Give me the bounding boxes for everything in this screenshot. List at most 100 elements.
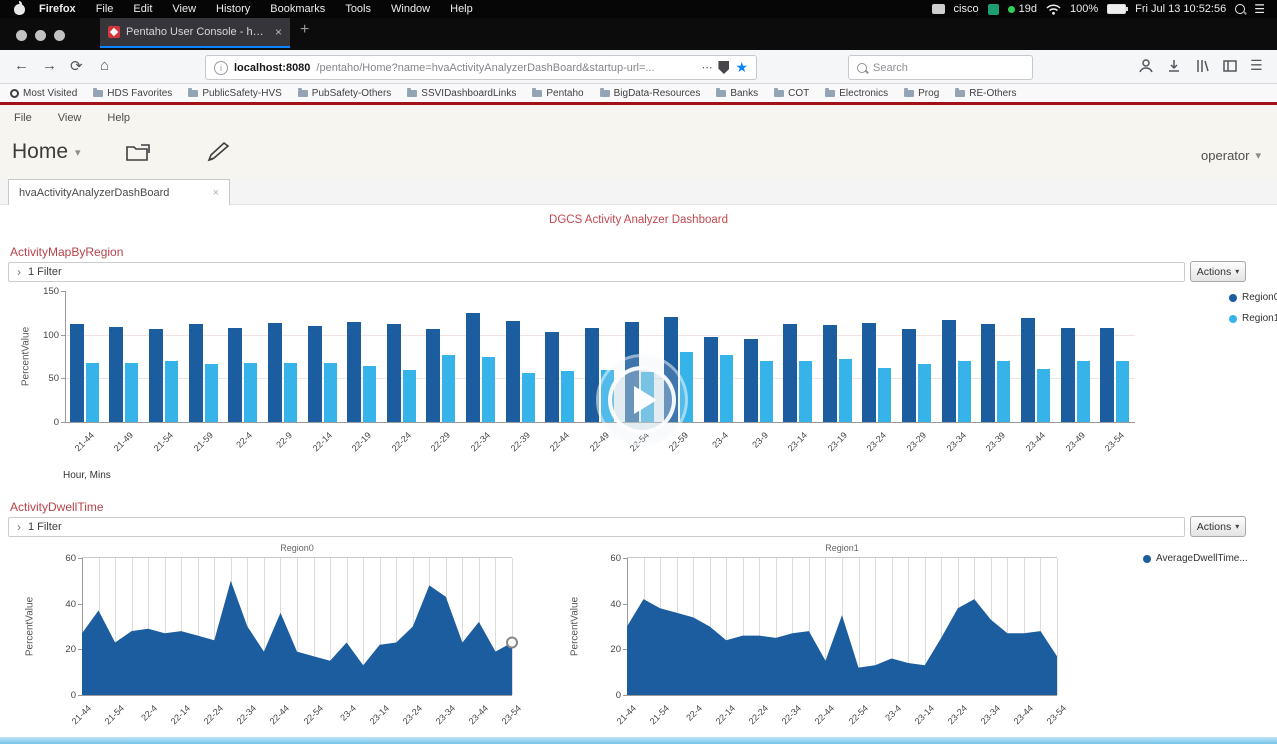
bar-region1[interactable]	[878, 368, 891, 422]
bar-region1[interactable]	[1037, 369, 1050, 422]
bar-region1[interactable]	[324, 363, 337, 422]
bar-region0[interactable]	[149, 329, 163, 422]
sidebar-toggle-icon[interactable]	[1222, 58, 1238, 74]
bar-region0[interactable]	[1100, 328, 1114, 422]
bar-region1[interactable]	[205, 364, 218, 422]
bar-region1[interactable]	[403, 370, 416, 422]
bar-region1[interactable]	[284, 363, 297, 422]
downloads-icon[interactable]	[1166, 58, 1182, 74]
pentaho-menu-file[interactable]: File	[14, 112, 32, 124]
play-button[interactable]	[608, 366, 676, 434]
bar-region0[interactable]	[387, 324, 401, 422]
zoom-window-button[interactable]	[54, 30, 65, 41]
mac-menu-view[interactable]: View	[162, 3, 206, 15]
pocket-shield-icon[interactable]	[718, 61, 729, 74]
video-play-overlay[interactable]	[596, 354, 688, 446]
bar-region0[interactable]	[783, 324, 797, 422]
bar-region1[interactable]	[839, 359, 852, 422]
bar-region0[interactable]	[902, 329, 916, 422]
actions-button-map[interactable]: Actions ▾	[1190, 261, 1246, 282]
video-progress-strip[interactable]	[0, 737, 1277, 744]
back-button[interactable]: ←	[14, 57, 29, 74]
mac-menu-bookmarks[interactable]: Bookmarks	[260, 3, 335, 15]
spotlight-search-icon[interactable]	[1235, 4, 1245, 14]
bar-region1[interactable]	[997, 361, 1010, 422]
bookmark-item[interactable]: Most Visited	[10, 88, 77, 99]
page-actions-icon[interactable]: ⋯	[701, 61, 712, 74]
bookmark-item[interactable]: HDS Favorites	[93, 88, 172, 99]
bar-region0[interactable]	[466, 313, 480, 422]
mac-menu-tools[interactable]: Tools	[335, 3, 381, 15]
forward-button[interactable]: →	[42, 57, 57, 74]
browse-files-icon[interactable]	[125, 141, 151, 163]
bar-region0[interactable]	[704, 337, 718, 422]
bookmark-item[interactable]: Electronics	[825, 88, 888, 99]
perspective-dropdown[interactable]: Home ▾	[12, 140, 81, 164]
pentaho-menu-view[interactable]: View	[58, 112, 82, 124]
mac-menu-edit[interactable]: Edit	[123, 3, 162, 15]
library-icon[interactable]	[1194, 58, 1210, 74]
bar-region1[interactable]	[760, 361, 773, 422]
pentaho-menu-help[interactable]: Help	[107, 112, 130, 124]
close-window-button[interactable]	[16, 30, 27, 41]
legend-item-region0[interactable]: Region0	[1229, 292, 1277, 303]
bar-region0[interactable]	[823, 325, 837, 422]
mac-menu-history[interactable]: History	[206, 3, 260, 15]
bookmark-item[interactable]: BigData-Resources	[600, 88, 701, 99]
legend-item-region1[interactable]: Region1	[1229, 313, 1277, 324]
area-polygon[interactable]	[82, 581, 512, 695]
bookmark-item[interactable]: PubSafety-Others	[298, 88, 391, 99]
bar-region1[interactable]	[86, 363, 99, 422]
control-center-icon[interactable]: ☰	[1254, 2, 1265, 16]
green-app-icon[interactable]	[988, 4, 999, 15]
bar-region1[interactable]	[720, 355, 733, 422]
bar-region1[interactable]	[244, 363, 257, 422]
bar-region0[interactable]	[942, 320, 956, 422]
bar-region0[interactable]	[744, 339, 758, 422]
bar-region0[interactable]	[1061, 328, 1075, 422]
bar-region1[interactable]	[958, 361, 971, 422]
bar-region1[interactable]	[125, 363, 138, 422]
bar-region1[interactable]	[165, 361, 178, 422]
mac-menu-window[interactable]: Window	[381, 3, 440, 15]
bar-region0[interactable]	[1021, 318, 1035, 422]
bar-region0[interactable]	[506, 321, 520, 422]
wifi-icon[interactable]	[1046, 4, 1061, 15]
apple-icon[interactable]	[14, 4, 25, 15]
bar-region1[interactable]	[918, 364, 931, 422]
bar-region0[interactable]	[70, 324, 84, 422]
bar-region0[interactable]	[308, 326, 322, 422]
area-series[interactable]	[82, 558, 512, 695]
bookmark-item[interactable]: Prog	[904, 88, 939, 99]
bookmark-item[interactable]: COT	[774, 88, 809, 99]
battery-icon[interactable]	[1107, 4, 1126, 14]
bar-region0[interactable]	[862, 323, 876, 422]
site-info-icon[interactable]: i	[214, 61, 228, 75]
minimize-window-button[interactable]	[35, 30, 46, 41]
bar-region0[interactable]	[545, 332, 559, 422]
bookmark-item[interactable]: RE-Others	[955, 88, 1016, 99]
anyconnect-icon[interactable]	[932, 4, 945, 14]
bar-region1[interactable]	[1077, 361, 1090, 422]
bar-region0[interactable]	[981, 324, 995, 422]
bar-region0[interactable]	[347, 322, 361, 422]
search-bar[interactable]: Search	[848, 55, 1033, 80]
actions-button-dwell[interactable]: Actions ▾	[1190, 516, 1246, 537]
vpn-label[interactable]: cisco	[954, 3, 979, 15]
create-new-icon[interactable]	[205, 141, 231, 163]
dwell-chart-legend[interactable]: AverageDwellTime...	[1143, 553, 1248, 564]
bar-region1[interactable]	[561, 371, 574, 422]
filter-bar-dwell[interactable]: › 1 Filter	[8, 517, 1185, 537]
reload-button[interactable]: ⟳	[70, 57, 83, 75]
bar-region0[interactable]	[109, 327, 123, 422]
filter-bar-map[interactable]: › 1 Filter	[8, 262, 1185, 282]
bar-region1[interactable]	[442, 355, 455, 422]
bar-region0[interactable]	[426, 329, 440, 422]
bookmark-item[interactable]: PublicSafety-HVS	[188, 88, 281, 99]
area-polygon[interactable]	[627, 599, 1057, 695]
mac-menu-file[interactable]: File	[86, 3, 124, 15]
mac-menu-help[interactable]: Help	[440, 3, 483, 15]
menubar-clock[interactable]: Fri Jul 13 10:52:56	[1135, 3, 1226, 15]
tab-close-icon[interactable]: ×	[275, 25, 282, 39]
url-bar[interactable]: i localhost:8080 /pentaho/Home?name=hvaA…	[205, 55, 757, 80]
